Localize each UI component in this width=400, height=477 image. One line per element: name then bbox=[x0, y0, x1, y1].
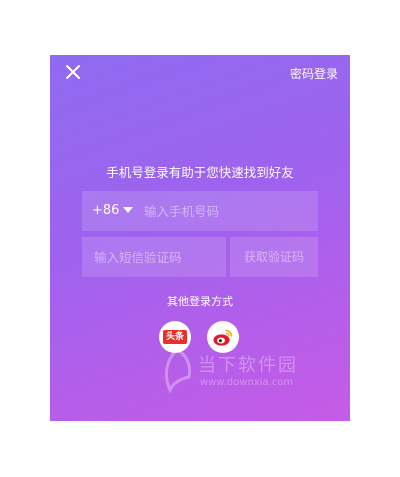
close-icon bbox=[66, 65, 80, 79]
caret-down-icon bbox=[123, 206, 134, 213]
login-hint-text: 手机号登录有助于您快速找到好友 bbox=[106, 165, 294, 180]
watermark: 当下软件园 www.downxia.com bbox=[160, 347, 340, 397]
sms-code-input[interactable] bbox=[94, 237, 222, 277]
sms-code-field bbox=[82, 237, 226, 277]
country-code: +86 bbox=[92, 203, 120, 218]
watermark-logo-icon bbox=[164, 348, 191, 393]
password-login-link[interactable]: 密码登录 bbox=[290, 65, 338, 82]
phone-field: +86 bbox=[82, 191, 318, 231]
country-code-selector[interactable]: +86 bbox=[92, 191, 134, 231]
get-code-button[interactable]: 获取验证码 bbox=[230, 237, 318, 277]
close-button[interactable] bbox=[64, 63, 82, 81]
toutiao-logo: 头条 bbox=[163, 330, 187, 344]
watermark-url: www.downxia.com bbox=[200, 377, 294, 388]
login-screen: 密码登录 手机号登录有助于您快速找到好友 +86 获取验证码 其他登录方式 头条… bbox=[50, 55, 350, 421]
phone-number-input[interactable] bbox=[144, 191, 312, 231]
watermark-name: 当下软件园 bbox=[198, 355, 298, 376]
other-login-title: 其他登录方式 bbox=[167, 295, 233, 308]
